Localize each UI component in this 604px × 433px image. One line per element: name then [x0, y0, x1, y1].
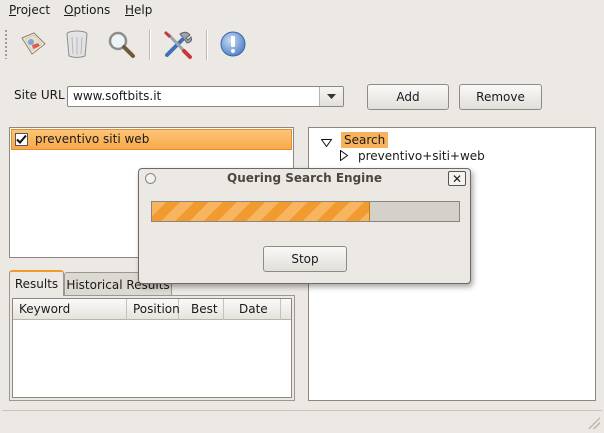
- menu-options[interactable]: Options: [64, 3, 110, 17]
- progress-bar-fill: [152, 202, 370, 221]
- column-header-best[interactable]: Best: [179, 299, 224, 320]
- results-table[interactable]: Keyword Position Best Date: [12, 298, 292, 398]
- dialog-title: Quering Search Engine: [227, 171, 382, 185]
- statusbar: [2, 410, 602, 431]
- list-item-label: preventivo siti web: [35, 132, 150, 146]
- column-header-keyword[interactable]: Keyword: [13, 299, 127, 320]
- column-header-filler: [281, 299, 291, 320]
- new-site-icon[interactable]: [16, 27, 50, 61]
- site-url-value[interactable]: www.softbits.it: [73, 89, 161, 103]
- progress-dialog: Quering Search Engine ✕ Stop: [138, 168, 471, 284]
- site-url-label: Site URL: [14, 88, 65, 102]
- toolbar: [0, 21, 604, 69]
- tree-node-query[interactable]: preventivo+siti+web: [358, 149, 485, 163]
- results-panel: Keyword Position Best Date: [9, 295, 295, 401]
- tools-icon[interactable]: [161, 27, 195, 61]
- chevron-down-icon[interactable]: [319, 87, 343, 106]
- progress-bar: [151, 201, 460, 222]
- close-icon[interactable]: ✕: [448, 171, 466, 186]
- search-icon[interactable]: [104, 27, 138, 61]
- column-header-position[interactable]: Position: [127, 299, 180, 320]
- toolbar-separator: [149, 30, 151, 60]
- menubar: Project Options Help: [0, 0, 604, 21]
- column-header-date[interactable]: Date: [224, 299, 281, 320]
- remove-button[interactable]: Remove: [459, 84, 542, 110]
- resize-grip-icon[interactable]: [588, 417, 600, 429]
- site-url-combobox[interactable]: www.softbits.it: [67, 86, 344, 107]
- tree-node-search[interactable]: Search: [341, 132, 389, 148]
- expander-open-icon[interactable]: [320, 136, 333, 150]
- menu-project[interactable]: Project: [9, 3, 50, 17]
- stop-button[interactable]: Stop: [263, 246, 347, 272]
- menu-help[interactable]: Help: [125, 3, 152, 17]
- list-item[interactable]: preventivo siti web: [11, 129, 292, 150]
- add-button[interactable]: Add: [367, 84, 449, 110]
- checkmark-icon: [16, 134, 27, 144]
- trash-icon[interactable]: [60, 27, 94, 61]
- checkbox[interactable]: [15, 133, 28, 146]
- tab-results[interactable]: Results: [9, 270, 64, 296]
- info-icon[interactable]: [216, 27, 250, 61]
- expander-closed-icon[interactable]: [340, 149, 349, 164]
- toolbar-grip[interactable]: [4, 29, 8, 59]
- toolbar-separator: [206, 30, 208, 60]
